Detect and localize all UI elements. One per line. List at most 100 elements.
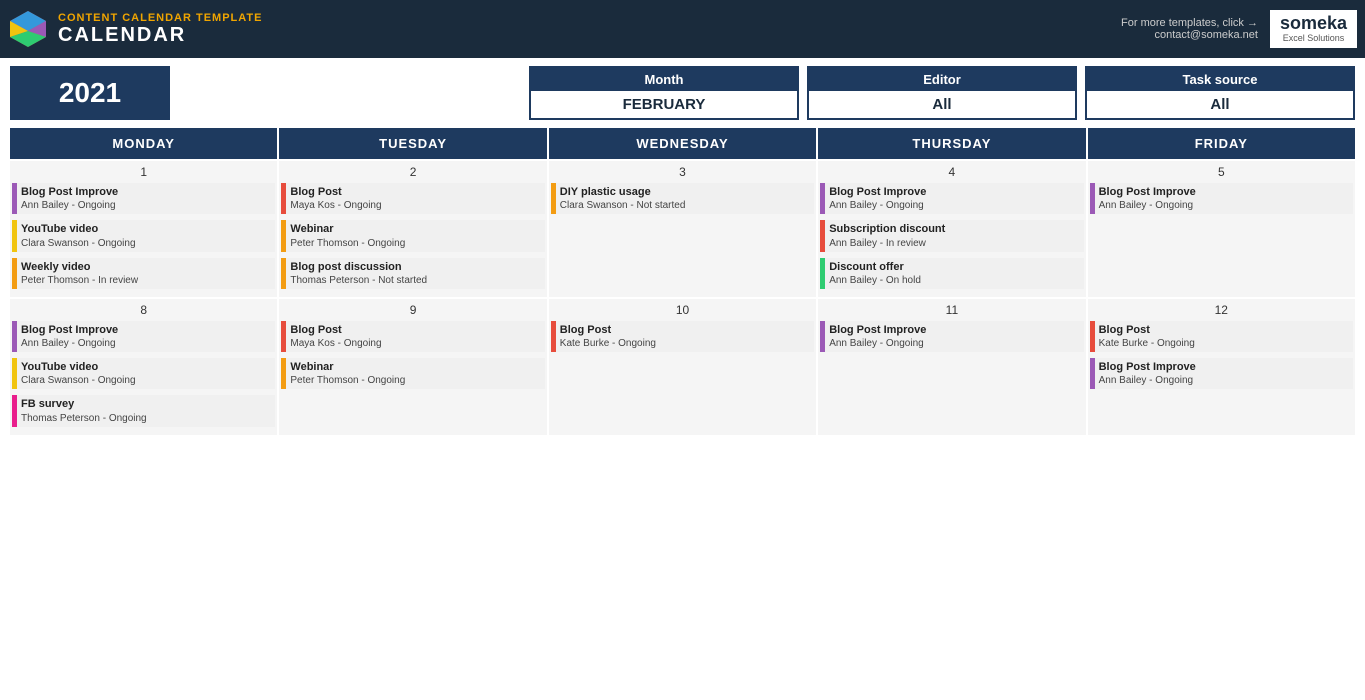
event-content: Weekly videoPeter Thomson - In review — [17, 258, 275, 289]
event-block[interactable]: Blog Post ImproveAnn Bailey - Ongoing — [12, 183, 275, 214]
day-number: 3 — [551, 163, 814, 183]
event-content: Discount offerAnn Bailey - On hold — [825, 258, 1083, 289]
event-content: Blog Post ImproveAnn Bailey - Ongoing — [1095, 358, 1353, 389]
day-cell[interactable]: 8Blog Post ImproveAnn Bailey - OngoingYo… — [10, 299, 277, 435]
header-monday: MONDAY — [10, 128, 277, 159]
event-title: FB survey — [21, 397, 271, 411]
event-block[interactable]: Discount offerAnn Bailey - On hold — [820, 258, 1083, 289]
event-block[interactable]: Blog PostKate Burke - Ongoing — [1090, 321, 1353, 352]
day-cell[interactable]: 9Blog PostMaya Kos - Ongoing WebinarPeter… — [279, 299, 546, 435]
event-block[interactable]: Blog Post ImproveAnn Bailey - Ongoing — [12, 321, 275, 352]
day-cell[interactable]: 10Blog PostKate Burke - Ongoing — [549, 299, 816, 435]
event-block[interactable]: Blog PostMaya Kos - Ongoing — [281, 183, 544, 214]
task-value: All — [1087, 91, 1353, 118]
event-content: Blog Post ImproveAnn Bailey - Ongoing — [825, 183, 1083, 214]
event-title: YouTube video — [21, 222, 271, 236]
header-right: For more templates, click → contact@some… — [1121, 10, 1357, 48]
event-sub: Peter Thomson - In review — [21, 274, 271, 287]
day-number: 8 — [12, 301, 275, 321]
day-cell[interactable]: 5Blog Post ImproveAnn Bailey - Ongoing — [1088, 161, 1355, 297]
event-content: YouTube videoClara Swanson - Ongoing — [17, 358, 275, 389]
week-row-2: 8Blog Post ImproveAnn Bailey - OngoingYo… — [10, 299, 1355, 435]
event-sub: Clara Swanson - Ongoing — [21, 237, 271, 250]
event-block[interactable]: Blog PostMaya Kos - Ongoing — [281, 321, 544, 352]
event-block[interactable]: YouTube videoClara Swanson - Ongoing — [12, 220, 275, 251]
event-block[interactable]: WebinarPeter Thomson - Ongoing — [281, 358, 544, 389]
event-content: Blog Post ImproveAnn Bailey - Ongoing — [17, 183, 275, 214]
event-title: Webinar — [290, 360, 540, 374]
event-sub: Ann Bailey - Ongoing — [21, 199, 271, 212]
event-block[interactable]: Blog Post ImproveAnn Bailey - Ongoing — [820, 321, 1083, 352]
week-row-1: 1Blog Post ImproveAnn Bailey - OngoingYo… — [10, 161, 1355, 297]
event-sub: Thomas Peterson - Not started — [290, 274, 540, 287]
event-title: Discount offer — [829, 260, 1079, 274]
day-number: 5 — [1090, 163, 1353, 183]
event-sub: Ann Bailey - Ongoing — [21, 337, 271, 350]
event-block[interactable]: Blog Post ImproveAnn Bailey - Ongoing — [1090, 358, 1353, 389]
day-cell[interactable]: 3DIY plastic usageClara Swanson - Not st… — [549, 161, 816, 297]
event-block[interactable]: Blog PostKate Burke - Ongoing — [551, 321, 814, 352]
event-content: Subscription discountAnn Bailey - In rev… — [825, 220, 1083, 251]
event-title: Blog Post Improve — [1099, 360, 1349, 374]
event-block[interactable]: Blog Post ImproveAnn Bailey - Ongoing — [1090, 183, 1353, 214]
event-sub: Kate Burke - Ongoing — [560, 337, 810, 350]
event-sub: Ann Bailey - Ongoing — [1099, 374, 1349, 387]
event-title: Blog Post — [290, 323, 540, 337]
brand-tagline: Excel Solutions — [1283, 34, 1345, 44]
task-filter[interactable]: Task source All — [1085, 66, 1355, 120]
header-subtitle: CONTENT CALENDAR TEMPLATE — [58, 12, 262, 24]
event-content: Blog PostKate Burke - Ongoing — [556, 321, 814, 352]
year-display[interactable]: 2021 — [10, 66, 170, 120]
event-sub: Ann Bailey - Ongoing — [829, 199, 1079, 212]
event-title: DIY plastic usage — [560, 185, 810, 199]
event-sub: Peter Thomson - Ongoing — [290, 237, 540, 250]
day-number: 1 — [12, 163, 275, 183]
event-sub: Ann Bailey - On hold — [829, 274, 1079, 287]
month-value: FEBRUARY — [531, 91, 797, 118]
header-left: CONTENT CALENDAR TEMPLATE CALENDAR — [8, 9, 262, 49]
event-block[interactable]: YouTube videoClara Swanson - Ongoing — [12, 358, 275, 389]
event-block[interactable]: DIY plastic usageClara Swanson - Not sta… — [551, 183, 814, 214]
contact-top: For more templates, click → — [1121, 17, 1258, 29]
event-block[interactable]: Blog post discussionThomas Peterson - No… — [281, 258, 544, 289]
filter-row: 2021 Month FEBRUARY Editor All Task sour… — [0, 58, 1365, 128]
month-filter[interactable]: Month FEBRUARY — [529, 66, 799, 120]
header-main-title: CALENDAR — [58, 24, 262, 47]
day-headers: MONDAY TUESDAY WEDNESDAY THURSDAY FRIDAY — [10, 128, 1355, 159]
event-sub: Clara Swanson - Not started — [560, 199, 810, 212]
event-block[interactable]: FB surveyThomas Peterson - Ongoing — [12, 395, 275, 426]
day-number: 10 — [551, 301, 814, 321]
event-content: Blog Post ImproveAnn Bailey - Ongoing — [825, 321, 1083, 352]
event-block[interactable]: Weekly videoPeter Thomson - In review — [12, 258, 275, 289]
editor-filter[interactable]: Editor All — [807, 66, 1077, 120]
logo-icon — [8, 9, 48, 49]
event-title: Blog Post — [290, 185, 540, 199]
day-cell[interactable]: 2Blog PostMaya Kos - Ongoing WebinarPeter… — [279, 161, 546, 297]
event-content: Blog PostMaya Kos - Ongoing — [286, 321, 544, 352]
task-label: Task source — [1087, 68, 1353, 91]
event-title: Blog Post Improve — [1099, 185, 1349, 199]
event-block[interactable]: Subscription discountAnn Bailey - In rev… — [820, 220, 1083, 251]
event-title: Blog post discussion — [290, 260, 540, 274]
day-number: 2 — [281, 163, 544, 183]
header-title-block: CONTENT CALENDAR TEMPLATE CALENDAR — [58, 12, 262, 47]
day-cell[interactable]: 4Blog Post ImproveAnn Bailey - Ongoing Su… — [818, 161, 1085, 297]
day-number: 4 — [820, 163, 1083, 183]
header-friday: FRIDAY — [1088, 128, 1355, 159]
day-cell[interactable]: 11Blog Post ImproveAnn Bailey - Ongoing — [818, 299, 1085, 435]
editor-label: Editor — [809, 68, 1075, 91]
header-wednesday: WEDNESDAY — [549, 128, 816, 159]
event-block[interactable]: Blog Post ImproveAnn Bailey - Ongoing — [820, 183, 1083, 214]
event-block[interactable]: WebinarPeter Thomson - Ongoing — [281, 220, 544, 251]
event-sub: Peter Thomson - Ongoing — [290, 374, 540, 387]
day-number: 9 — [281, 301, 544, 321]
header-tuesday: TUESDAY — [279, 128, 546, 159]
event-title: YouTube video — [21, 360, 271, 374]
event-title: Blog Post Improve — [21, 323, 271, 337]
day-cell[interactable]: 1Blog Post ImproveAnn Bailey - Ongoing Yo… — [10, 161, 277, 297]
event-sub: Ann Bailey - Ongoing — [1099, 199, 1349, 212]
day-cell[interactable]: 12Blog PostKate Burke - OngoingBlog Post… — [1088, 299, 1355, 435]
event-sub: Thomas Peterson - Ongoing — [21, 412, 271, 425]
contact-bottom: contact@someka.net — [1121, 29, 1258, 41]
month-label: Month — [531, 68, 797, 91]
